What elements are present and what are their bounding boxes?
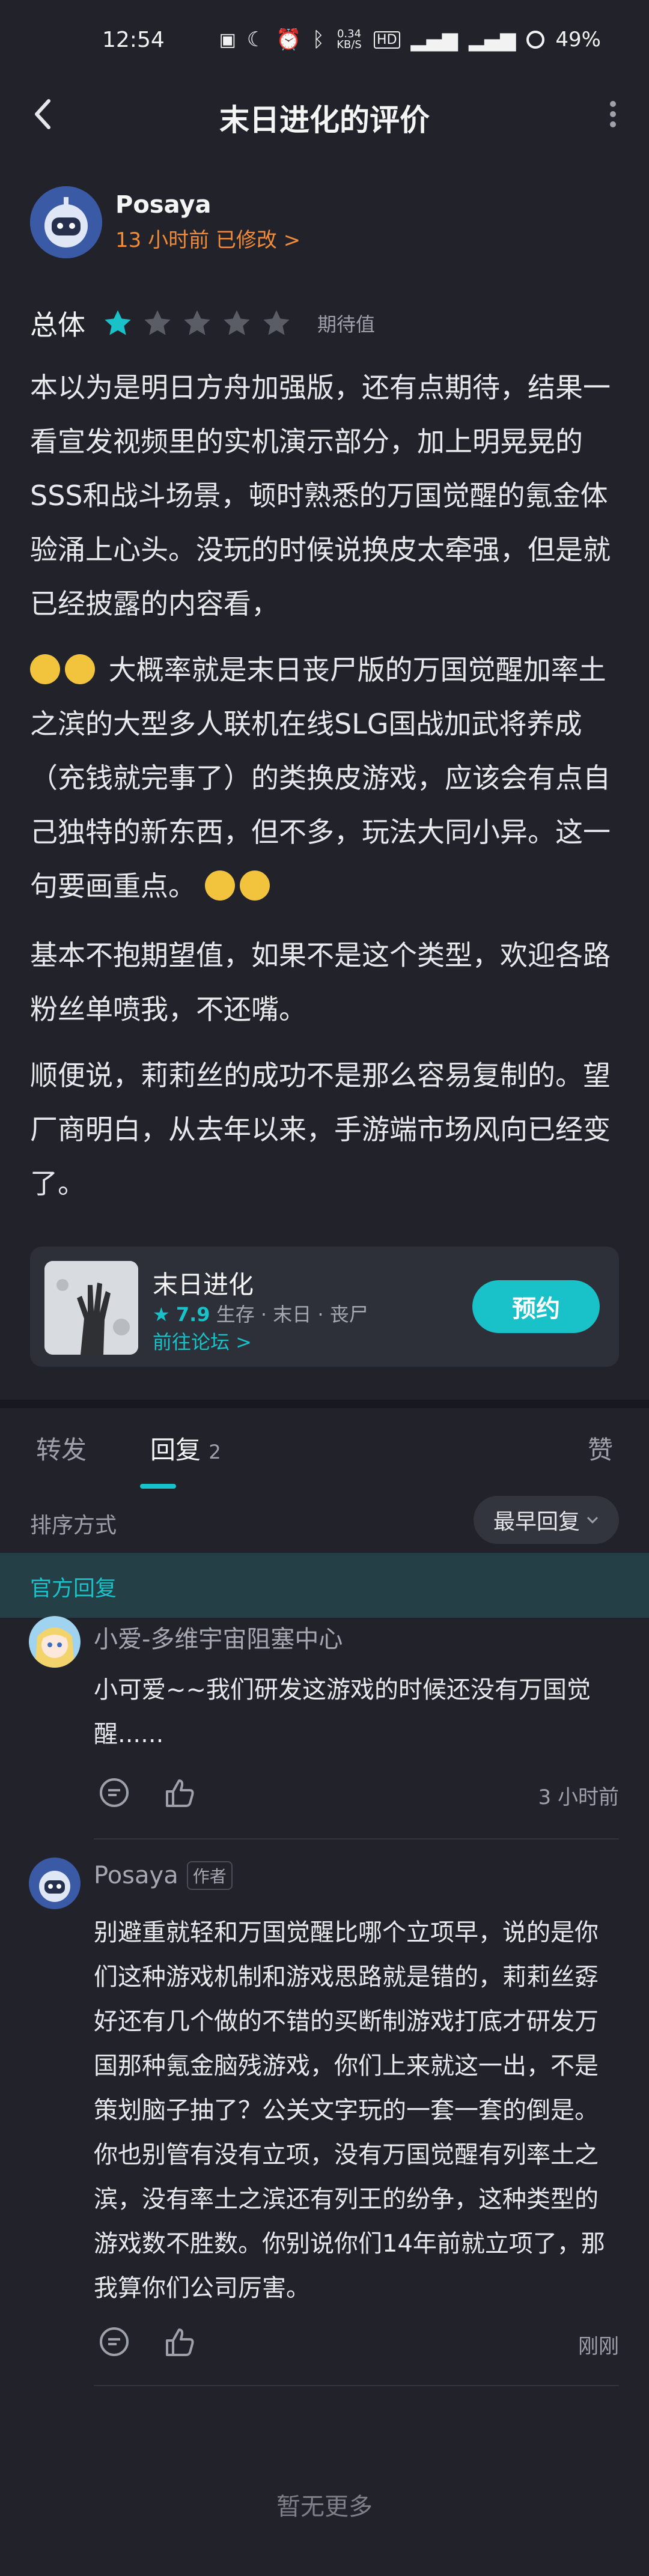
grin-sweat-emoji-icon	[30, 654, 60, 684]
official-reply-label: 官方回复	[30, 1576, 117, 1601]
review-paragraph-3: 基本不抱期望值，如果不是这个类型，欢迎各路粉丝单喷我，不还嘴。	[30, 939, 611, 1025]
reply-divider	[94, 2385, 619, 2386]
sort-label: 排序方式	[30, 1513, 117, 1538]
more-button[interactable]	[595, 90, 631, 138]
bluetooth-icon: ᛒ	[312, 28, 325, 52]
reply-time: 刚刚	[578, 2334, 619, 2359]
star-filled-icon	[105, 310, 131, 335]
star-empty-icon	[224, 310, 250, 335]
status-time: 12:54	[102, 28, 165, 52]
status-icons: ▣ ☾ ⏰ ᛒ 0.34 KB/S HD ▂▄▆ ▂▄▆ 49%	[219, 28, 601, 52]
author-avatar[interactable]	[30, 186, 102, 258]
reply-author-name[interactable]: 小爱-多维宇宙阻塞中心	[94, 1620, 343, 1654]
anime-girl-avatar-icon	[29, 1616, 81, 1668]
battery-icon	[526, 31, 545, 49]
sort-value: 最早回复	[493, 1510, 580, 1534]
battery-level: 49%	[555, 28, 601, 52]
tab-reply-label: 回复	[150, 1435, 201, 1465]
grin-sweat-emoji-icon	[204, 870, 235, 901]
reply-author-name[interactable]: Posaya	[94, 1862, 178, 1889]
star-score-icon: ★	[153, 1303, 170, 1326]
thumbs-up-icon[interactable]	[162, 1776, 196, 1809]
tab-active-indicator	[140, 1484, 176, 1489]
tab-forward[interactable]: 转发	[36, 1430, 87, 1466]
thumbs-up-icon[interactable]	[162, 2325, 196, 2359]
tab-reply[interactable]: 回复 2	[150, 1430, 221, 1466]
rating-tag: 期待值	[317, 313, 376, 336]
reserve-button[interactable]: 预约	[472, 1280, 600, 1333]
reply-avatar[interactable]	[29, 1858, 81, 1909]
star-empty-icon	[144, 310, 171, 335]
moon-icon: ☾	[246, 28, 266, 52]
tab-like[interactable]: 赞	[588, 1430, 613, 1466]
author-meta[interactable]: 13 小时前 已修改 >	[115, 223, 300, 253]
rating-row: 总体 期待值	[30, 305, 375, 341]
net-speed: 0.34 KB/S	[337, 28, 362, 51]
status-bar: 12:54 ▣ ☾ ⏰ ᛒ 0.34 KB/S HD ▂▄▆ ▂▄▆ 49%	[0, 0, 649, 81]
game-tags: 生存 · 末日 · 丧尸	[216, 1303, 368, 1326]
section-divider	[0, 1400, 649, 1408]
grin-sweat-emoji-icon	[239, 870, 270, 901]
review-paragraph-2: 大概率就是末日丧尸版的万国觉醒加率土之滨的大型多人联机在线SLG国战加武将养成（…	[30, 643, 619, 913]
chevron-down-icon	[587, 1516, 599, 1524]
zombie-hand-icon	[44, 1261, 138, 1355]
tab-reply-count: 2	[209, 1441, 221, 1463]
robot-avatar-icon	[30, 186, 102, 258]
grin-sweat-emoji-icon	[65, 654, 95, 684]
review-paragraph-1: 本以为是明日方舟加强版，还有点期待，结果一看宣发视频里的实机演示部分，加上明晃晃…	[30, 371, 611, 620]
no-more-label: 暂无更多	[276, 2493, 373, 2521]
nfc-icon: ▣	[219, 29, 236, 50]
forum-link[interactable]: 前往论坛 >	[153, 1327, 252, 1355]
reply-text: 别避重就轻和万国觉醒比哪个立项早，说的是你们这种游戏机制和游戏思路就是错的，莉莉…	[94, 1919, 605, 2302]
game-cover-image	[44, 1261, 138, 1355]
reply-avatar[interactable]	[29, 1616, 81, 1668]
hd-icon: HD	[374, 31, 400, 49]
game-card[interactable]: 末日进化 ★ 7.9 生存 · 末日 · 丧尸 前往论坛 > 预约	[30, 1247, 619, 1367]
reply-author-row: Posaya 作者	[94, 1861, 233, 1890]
robot-avatar-icon	[29, 1858, 81, 1909]
signal-icon: ▂▄▆	[410, 28, 458, 52]
review-paragraph-2-text: 大概率就是末日丧尸版的万国觉醒加率土之滨的大型多人联机在线SLG国战加武将养成（…	[30, 654, 611, 902]
game-score: 7.9	[175, 1303, 210, 1326]
author-tag: 作者	[186, 1861, 233, 1890]
alarm-icon: ⏰	[276, 28, 302, 52]
game-info: ★ 7.9 生存 · 末日 · 丧尸	[153, 1299, 368, 1327]
sort-dropdown[interactable]: 最早回复	[474, 1496, 619, 1544]
reply-divider	[94, 1838, 619, 1839]
more-vertical-icon	[610, 101, 616, 127]
star-empty-icon	[184, 310, 210, 335]
reply-time: 3 小时前	[538, 1785, 619, 1809]
comment-icon[interactable]	[97, 2325, 131, 2359]
game-name: 末日进化	[153, 1270, 254, 1299]
star-empty-icon	[263, 310, 290, 335]
review-paragraph-4: 顺便说，莉莉丝的成功不是那么容易复制的。望厂商明白，从去年以来，手游端市场风向已…	[30, 1059, 611, 1200]
reply-text: 小可爱~~我们研发这游戏的时候还没有万国觉醒......	[94, 1676, 591, 1748]
author-name[interactable]: Posaya	[115, 191, 211, 219]
comment-icon[interactable]	[97, 1776, 131, 1809]
signal-icon-2: ▂▄▆	[468, 28, 516, 52]
page-title: 末日进化的评价	[219, 103, 430, 138]
rating-label: 总体	[30, 309, 85, 341]
